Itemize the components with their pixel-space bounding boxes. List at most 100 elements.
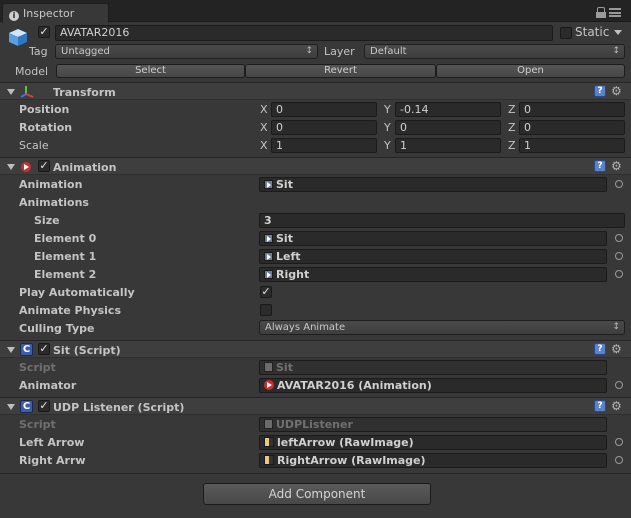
- rotation-y-axis[interactable]: Y: [384, 121, 391, 134]
- sit-script-value: Sit: [276, 361, 293, 374]
- tab-inspector-label: Inspector: [23, 7, 75, 20]
- rotation-z-axis[interactable]: Z: [508, 121, 516, 134]
- right-arrow-field[interactable]: RightArrow (RawImage): [259, 453, 607, 468]
- animate-physics-label: Animate Physics: [19, 304, 121, 317]
- animation-header[interactable]: ✓ Animation ? ⚙: [0, 157, 631, 175]
- rotation-y-field[interactable]: 0: [395, 120, 501, 135]
- right-arrow-label: Right Arrw: [19, 454, 86, 467]
- position-x-field[interactable]: 0: [271, 102, 377, 117]
- object-picker-icon[interactable]: [615, 234, 623, 242]
- rotation-z-field[interactable]: 0: [519, 120, 625, 135]
- foldout-arrow-icon[interactable]: [7, 347, 15, 353]
- element-0-value: Sit: [276, 232, 293, 245]
- gameobject-cube-icon: [7, 27, 29, 47]
- gear-icon[interactable]: ⚙: [611, 85, 625, 97]
- layer-dropdown[interactable]: Default: [364, 44, 625, 59]
- gear-icon[interactable]: ⚙: [611, 160, 625, 172]
- position-label: Position: [19, 103, 70, 116]
- position-z-axis[interactable]: Z: [508, 103, 516, 116]
- inspector-tab-bar: i Inspector: [0, 0, 631, 23]
- foldout-arrow-icon[interactable]: [7, 89, 15, 95]
- panel-menu-icon[interactable]: [609, 8, 621, 17]
- foldout-arrow-icon[interactable]: [7, 164, 15, 170]
- position-y-field[interactable]: -0.14: [395, 102, 501, 117]
- scale-z-axis[interactable]: Z: [508, 139, 516, 152]
- static-checkbox[interactable]: [560, 27, 572, 39]
- element-0-label: Element 0: [34, 232, 97, 245]
- left-arrow-field[interactable]: leftArrow (RawImage): [259, 435, 607, 450]
- gear-icon[interactable]: ⚙: [611, 400, 625, 412]
- element-2-field[interactable]: Right: [259, 267, 607, 282]
- animate-physics-checkbox[interactable]: [260, 304, 272, 316]
- help-icon[interactable]: ?: [594, 160, 606, 172]
- help-icon[interactable]: ?: [594, 343, 606, 355]
- static-label: Static: [575, 25, 610, 39]
- sit-enabled-checkbox[interactable]: ✓: [38, 343, 50, 355]
- udp-enabled-checkbox[interactable]: ✓: [38, 400, 50, 412]
- element-1-field[interactable]: Left: [259, 249, 607, 264]
- active-checkbox[interactable]: ✓: [38, 26, 50, 38]
- transform-title: Transform: [53, 86, 116, 99]
- scale-y-axis[interactable]: Y: [384, 139, 391, 152]
- object-name-field[interactable]: AVATAR2016: [55, 25, 553, 41]
- scale-x-axis[interactable]: X: [260, 139, 268, 152]
- rotation-x-axis[interactable]: X: [260, 121, 268, 134]
- size-label: Size: [34, 214, 60, 227]
- udp-script-field: UDPListener: [259, 417, 607, 432]
- add-component-button[interactable]: Add Component: [203, 483, 431, 505]
- animation-field-value: Sit: [276, 178, 293, 191]
- scale-label: Scale: [19, 139, 49, 152]
- raw-image-icon: [264, 437, 274, 447]
- scale-x-field[interactable]: 1: [271, 138, 377, 153]
- static-dropdown-icon[interactable]: [614, 30, 622, 35]
- animation-clip-icon: [264, 252, 273, 261]
- size-field[interactable]: 3: [259, 213, 625, 228]
- foldout-arrow-icon[interactable]: [7, 404, 15, 410]
- script-file-icon: [264, 362, 273, 372]
- script-file-icon: [264, 419, 273, 429]
- scale-y-field[interactable]: 1: [395, 138, 501, 153]
- model-select-button[interactable]: Select: [56, 64, 245, 78]
- transform-axes-icon: [20, 85, 34, 98]
- help-icon[interactable]: ?: [594, 85, 606, 97]
- animations-label[interactable]: Animations: [19, 196, 89, 209]
- element-2-label: Element 2: [34, 268, 97, 281]
- animation-clip-icon: [264, 234, 273, 243]
- animator-label: Animator: [19, 379, 77, 392]
- element-2-value: Right: [276, 268, 310, 281]
- culling-type-dropdown[interactable]: Always Animate: [259, 320, 625, 335]
- transform-header[interactable]: Transform ? ⚙: [0, 82, 631, 100]
- object-picker-icon[interactable]: [615, 438, 623, 446]
- position-y-axis[interactable]: Y: [384, 103, 391, 116]
- object-picker-icon[interactable]: [615, 381, 623, 389]
- left-arrow-label: Left Arrow: [19, 436, 85, 449]
- udp-script-value: UDPListener: [276, 418, 353, 431]
- sit-script-header[interactable]: C ✓ Sit (Script) ? ⚙: [0, 340, 631, 358]
- help-icon[interactable]: ?: [594, 400, 606, 412]
- tag-dropdown[interactable]: Untagged: [55, 44, 318, 59]
- object-picker-icon[interactable]: [615, 180, 623, 188]
- element-0-field[interactable]: Sit: [259, 231, 607, 246]
- scale-z-field[interactable]: 1: [519, 138, 625, 153]
- left-arrow-value: leftArrow (RawImage): [277, 436, 414, 449]
- object-picker-icon[interactable]: [615, 456, 623, 464]
- model-label: Model: [15, 65, 49, 78]
- lock-icon[interactable]: [596, 7, 606, 18]
- udp-listener-header[interactable]: C ✓ UDP Listener (Script) ? ⚙: [0, 397, 631, 415]
- animation-component-icon: [264, 380, 274, 390]
- object-picker-icon[interactable]: [615, 252, 623, 260]
- tab-inspector[interactable]: i Inspector: [2, 3, 109, 23]
- animator-field[interactable]: AVATAR2016 (Animation): [259, 378, 607, 393]
- position-z-field[interactable]: 0: [519, 102, 625, 117]
- rotation-x-field[interactable]: 0: [271, 120, 377, 135]
- play-automatically-checkbox[interactable]: ✓: [260, 286, 272, 298]
- model-revert-button[interactable]: Revert: [245, 64, 436, 78]
- object-picker-icon[interactable]: [615, 270, 623, 278]
- position-x-axis[interactable]: X: [260, 103, 268, 116]
- gear-icon[interactable]: ⚙: [611, 343, 625, 355]
- animation-enabled-checkbox[interactable]: ✓: [38, 160, 50, 172]
- udp-listener-title: UDP Listener (Script): [53, 401, 185, 414]
- udp-script-label: Script: [19, 418, 56, 431]
- model-open-button[interactable]: Open: [436, 64, 625, 78]
- animation-field[interactable]: Sit: [259, 177, 607, 192]
